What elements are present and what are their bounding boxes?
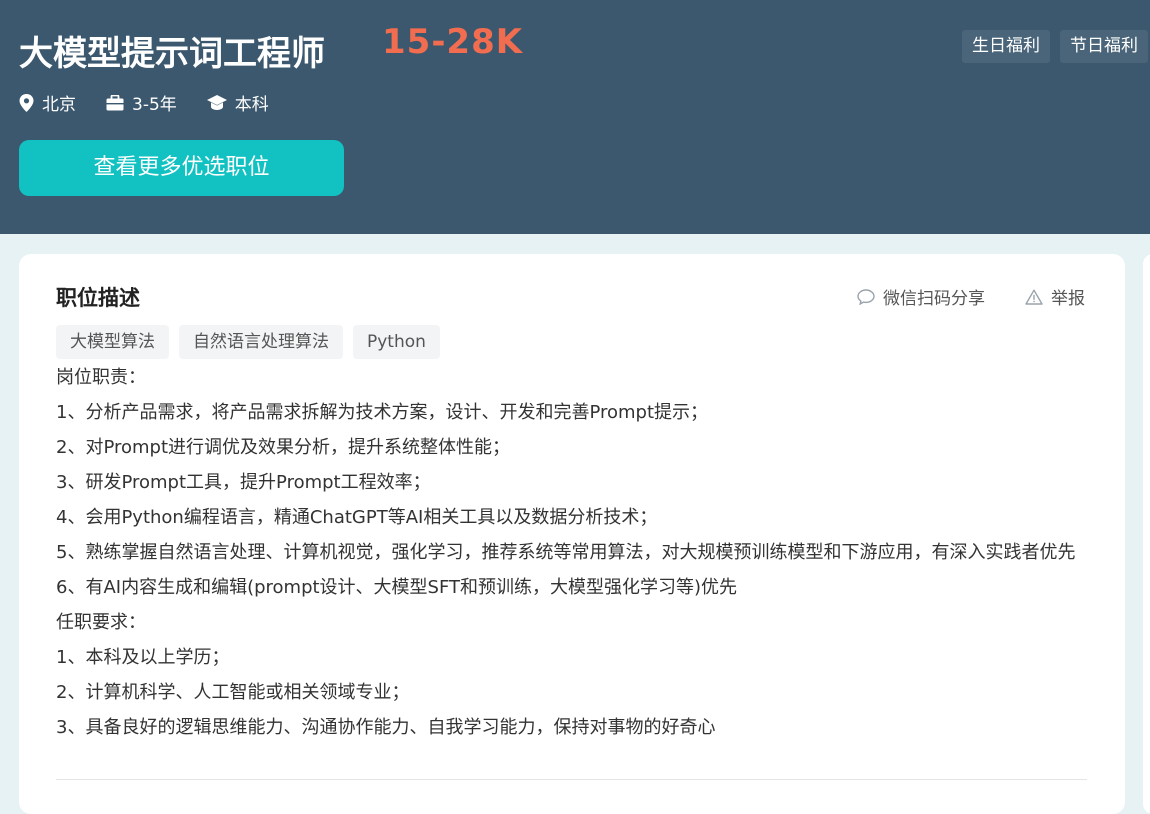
benefit-tag: 节日福利 [1060,30,1148,63]
side-card-edge [1143,254,1150,814]
wechat-share-button[interactable]: 微信扫码分享 [857,284,985,309]
meta-education: 本科 [206,90,269,115]
description-line: 2、计算机科学、人工智能或相关领域专业； [56,682,410,703]
chat-bubble-icon [857,288,875,305]
skill-tag: 大模型算法 [56,325,169,359]
description-line: 任职要求： [56,612,146,633]
skill-tags: 大模型算法 自然语言处理算法 Python [56,325,440,359]
job-meta: 北京 3-5年 本科 [19,90,299,115]
job-description-text: 岗位职责： 1、分析产品需求，将产品需求拆解为技术方案，设计、开发和完善Prom… [56,360,1096,745]
salary-range: 15-28K [382,22,524,62]
benefit-tag: 生日福利 [962,30,1050,63]
description-line: 岗位职责： [56,367,146,388]
location-pin-icon [19,93,34,112]
education-text: 本科 [234,95,269,115]
description-line: 4、会用Python编程语言，精通ChatGPT等AI相关工具以及数据分析技术； [56,507,658,528]
description-line: 3、研发Prompt工具，提升Prompt工程效率； [56,472,431,493]
description-line: 3、具备良好的逻辑思维能力、沟通协作能力、自我学习能力，保持对事物的好奇心 [56,717,716,738]
warning-triangle-icon [1025,289,1043,305]
skill-tag: Python [353,325,440,359]
description-line: 6、有AI内容生成和编辑(prompt设计、大模型SFT和预训练，大模型强化学习… [56,577,738,598]
job-header: 大模型提示词工程师 15-28K 生日福利 节日福利 北京 3-5年 本科 查看… [0,0,1150,234]
meta-location: 北京 [19,90,76,115]
skill-tag: 自然语言处理算法 [179,325,343,359]
briefcase-icon [106,94,124,110]
description-line: 2、对Prompt进行调优及效果分析，提升系统整体性能； [56,437,511,458]
location-text: 北京 [42,95,76,115]
section-title: 职位描述 [56,286,140,310]
description-line: 1、分析产品需求，将产品需求拆解为技术方案，设计、开发和完善Prompt提示； [56,402,709,423]
description-line: 1、本科及以上学历； [56,647,230,668]
meta-experience: 3-5年 [106,90,177,115]
report-label: 举报 [1051,289,1085,309]
benefit-tags: 生日福利 节日福利 [962,30,1148,63]
job-title: 大模型提示词工程师 [19,34,325,74]
view-more-jobs-button[interactable]: 查看更多优选职位 [19,140,344,196]
description-line: 5、熟练掌握自然语言处理、计算机视觉，强化学习，推荐系统等常用算法，对大规模预训… [56,542,1076,563]
report-button[interactable]: 举报 [1025,284,1085,309]
divider [56,779,1087,780]
share-label: 微信扫码分享 [883,289,985,309]
graduation-cap-icon [206,94,227,110]
experience-text: 3-5年 [132,95,177,115]
job-description-card: 职位描述 微信扫码分享 举报 大模型算法 自然语言处理算法 Python 岗位职… [19,254,1125,814]
